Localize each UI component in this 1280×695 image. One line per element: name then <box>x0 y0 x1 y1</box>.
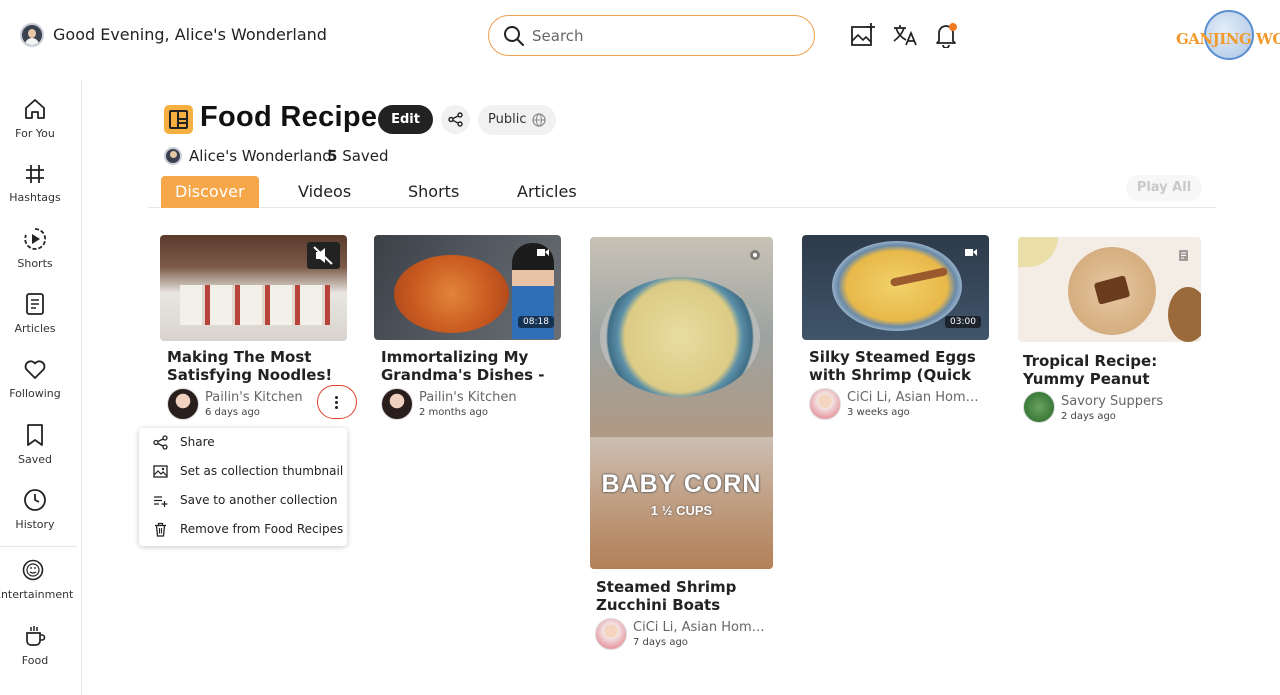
article-icon <box>1179 250 1188 261</box>
tab-articles[interactable]: Articles <box>517 176 577 208</box>
card-title[interactable]: Immortalizing My Grandma's Dishes - Shri… <box>381 348 551 384</box>
sidebar-item-shorts[interactable]: Shorts <box>0 227 70 270</box>
search-box[interactable] <box>488 15 815 56</box>
author-avatar[interactable] <box>167 388 199 420</box>
video-icon <box>965 249 977 256</box>
notification-dot <box>949 23 957 31</box>
card-author[interactable]: CiCi Li, Asian Home Cooking <box>847 390 979 405</box>
content-tabs: Discover Videos Shorts Articles <box>148 174 1216 208</box>
shorts-icon <box>24 228 47 250</box>
card-author[interactable]: CiCi Li, Asian Home Cooking <box>633 620 766 635</box>
sidebar-item-articles[interactable]: Articles <box>0 292 70 335</box>
heart-icon <box>24 360 46 379</box>
visibility-toggle[interactable]: Public <box>478 105 556 135</box>
site-logo[interactable]: GANJING WORLD <box>1176 8 1280 64</box>
card-title[interactable]: Steamed Shrimp Zucchini Boats #Shorts <box>596 578 764 614</box>
context-menu: Share Set as collection thumbnail Save t… <box>139 428 347 546</box>
more-options-button[interactable] <box>317 385 357 419</box>
trash-icon <box>155 522 166 537</box>
video-thumbnail[interactable] <box>160 235 347 341</box>
collection-icon <box>164 105 193 134</box>
share-button[interactable] <box>441 105 470 134</box>
entertainment-icon <box>22 559 44 581</box>
overlay-subcaption: 1 ½ CUPS <box>650 503 713 518</box>
card-author[interactable]: Savory Suppers <box>1061 394 1181 409</box>
article-thumbnail[interactable] <box>1018 237 1201 342</box>
sidebar-item-entertainment[interactable]: Entertainment <box>0 558 73 601</box>
globe-icon <box>532 113 546 127</box>
mute-icon[interactable] <box>307 242 340 269</box>
author-avatar[interactable] <box>809 388 841 420</box>
card-time: 3 weeks ago <box>847 407 910 418</box>
duration-badge: 08:18 <box>518 316 554 328</box>
sidebar-item-saved[interactable]: Saved <box>0 423 70 466</box>
menu-item-set-thumbnail[interactable]: Set as collection thumbnail <box>139 457 347 486</box>
edit-button[interactable]: Edit <box>378 105 433 134</box>
video-icon <box>537 249 549 256</box>
sidebar-item-food[interactable]: Food <box>0 624 70 667</box>
playlist-add-icon <box>154 496 168 507</box>
cup-icon <box>26 626 46 646</box>
sidebar-divider <box>0 546 77 547</box>
tab-videos[interactable]: Videos <box>298 176 351 208</box>
overlay-caption: BABY CORN <box>601 470 762 498</box>
menu-item-save-to-collection[interactable]: Save to another collection <box>139 486 347 515</box>
video-thumbnail[interactable]: 08:18 <box>374 235 561 340</box>
card-author[interactable]: Pailin's Kitchen <box>419 390 519 405</box>
upload-image-icon[interactable] <box>850 22 876 48</box>
clock-icon <box>24 489 46 511</box>
author-avatar[interactable] <box>381 388 413 420</box>
page-title: Food Recipes <box>200 101 394 133</box>
tab-discover[interactable]: Discover <box>161 176 259 208</box>
translate-icon[interactable] <box>892 22 918 48</box>
share-icon <box>448 112 463 127</box>
home-icon <box>25 99 45 119</box>
greeting-text: Good Evening, Alice's Wonderland <box>53 25 327 44</box>
card-title[interactable]: Making The Most Satisfying Noodles! <box>167 348 337 384</box>
duration-badge: 03:00 <box>945 316 981 328</box>
video-thumbnail[interactable]: 03:00 <box>802 235 989 340</box>
author-avatar[interactable] <box>595 618 627 650</box>
user-avatar[interactable] <box>20 23 44 47</box>
sidebar: For You Hashtags Shorts Articles Followi… <box>0 80 82 695</box>
menu-item-share[interactable]: Share <box>139 428 347 457</box>
card-time: 2 months ago <box>419 407 488 418</box>
sidebar-item-for-you[interactable]: For You <box>0 97 70 140</box>
card-time: 6 days ago <box>205 407 260 418</box>
sidebar-item-following[interactable]: Following <box>0 357 70 400</box>
tab-shorts[interactable]: Shorts <box>408 176 459 208</box>
shorts-icon <box>750 250 760 260</box>
article-icon <box>26 293 44 315</box>
author-avatar[interactable] <box>1023 391 1055 423</box>
sidebar-item-hashtags[interactable]: Hashtags <box>0 163 70 204</box>
bookmark-icon <box>27 424 43 446</box>
search-input[interactable] <box>532 25 792 47</box>
notification-bell-icon[interactable] <box>933 22 959 49</box>
card-time: 2 days ago <box>1061 411 1116 422</box>
card-title[interactable]: Silky Steamed Eggs with Shrimp (Quick & … <box>809 348 985 384</box>
owner-name[interactable]: Alice's Wonderland <box>189 147 332 165</box>
card-title[interactable]: Tropical Recipe: Yummy Peanut Butter Cup… <box>1023 352 1199 388</box>
play-all-button[interactable]: Play All <box>1126 175 1202 201</box>
hashtag-icon <box>26 165 44 183</box>
sidebar-item-history[interactable]: History <box>0 488 70 531</box>
card-author[interactable]: Pailin's Kitchen <box>205 390 305 405</box>
saved-count: 5 Saved <box>327 147 389 165</box>
menu-item-remove[interactable]: Remove from Food Recipes <box>139 515 347 544</box>
share-icon <box>153 435 168 450</box>
top-bar: Good Evening, Alice's Wonderland GANJING… <box>0 0 1280 72</box>
card-time: 7 days ago <box>633 637 688 648</box>
image-icon <box>153 465 168 478</box>
owner-avatar[interactable] <box>164 147 182 165</box>
search-icon <box>504 26 524 46</box>
short-thumbnail[interactable]: BABY CORN 1 ½ CUPS <box>590 237 773 569</box>
